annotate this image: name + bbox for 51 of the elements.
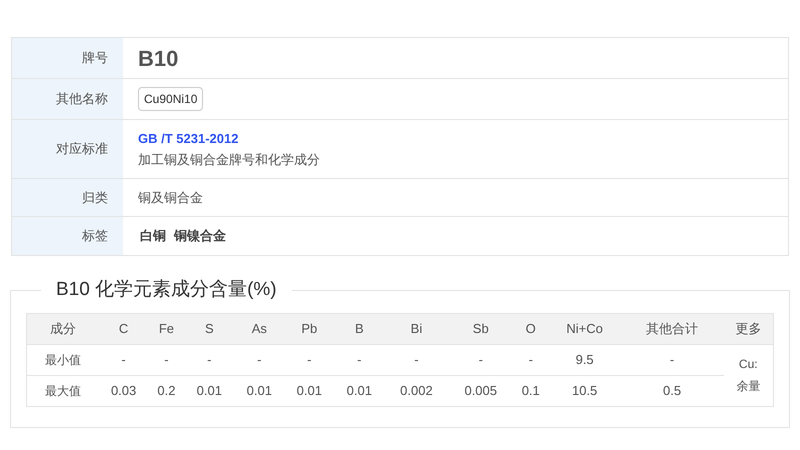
table-cell: - — [384, 344, 449, 375]
table-cell: - — [334, 344, 384, 375]
row-label: 归类 — [12, 179, 123, 216]
column-header: C — [98, 313, 149, 344]
table-cell: - — [98, 344, 149, 375]
table-cell: 0.01 — [184, 375, 234, 406]
column-header: Ni+Co — [548, 313, 621, 344]
corner-header: 成分 — [26, 313, 99, 344]
row-label: 标签 — [12, 217, 123, 255]
row-header: 最小值 — [26, 344, 99, 375]
table-cell: 0.1 — [512, 375, 549, 406]
more-cell-text: Cu: 余量 — [735, 356, 762, 395]
column-header: Pb — [284, 313, 334, 344]
column-header: 其他合计 — [620, 313, 724, 344]
table-cell: 0.03 — [98, 375, 149, 406]
table-cell: 0.2 — [148, 375, 184, 406]
column-header: Sb — [448, 313, 513, 344]
table-cell: - — [148, 344, 184, 375]
column-header: As — [234, 313, 284, 344]
alias-tag: Cu90Ni10 — [138, 87, 204, 111]
table-cell: 9.5 — [548, 344, 621, 375]
category-text: 铜及铜合金 — [138, 188, 203, 207]
table-cell: 0.005 — [448, 375, 513, 406]
grade-title: B10 — [138, 44, 178, 72]
table-cell: 0.002 — [384, 375, 449, 406]
column-header: 更多 — [724, 313, 774, 344]
table-cell: - — [620, 344, 724, 375]
table-cell: - — [234, 344, 284, 375]
column-header: Fe — [148, 313, 184, 344]
row-header: 最大值 — [26, 375, 99, 406]
table-cell: 0.01 — [234, 375, 284, 406]
standard-link[interactable]: GB /T 5231-2012 — [138, 128, 320, 148]
table-cell: - — [184, 344, 234, 375]
table-cell: 10.5 — [548, 375, 621, 406]
column-header: S — [184, 313, 234, 344]
column-header: O — [512, 313, 549, 344]
table-cell: 0.01 — [334, 375, 384, 406]
label-tag[interactable]: 白铜 — [140, 226, 166, 246]
table-cell: 0.5 — [620, 375, 724, 406]
table-cell: - — [448, 344, 513, 375]
column-header: Bi — [384, 313, 449, 344]
section-title: B10 化学元素成分含量(%) — [55, 278, 278, 302]
standard-title: 加工铜及铜合金牌号和化学成分 — [138, 151, 320, 169]
column-header: B — [334, 313, 384, 344]
row-label: 牌号 — [12, 38, 123, 78]
table-cell: 0.01 — [284, 375, 334, 406]
table-cell: - — [284, 344, 334, 375]
row-label: 对应标准 — [12, 120, 123, 178]
table-cell: - — [512, 344, 549, 375]
label-tag[interactable]: 铜镍合金 — [174, 226, 226, 246]
row-label: 其他名称 — [12, 79, 123, 119]
